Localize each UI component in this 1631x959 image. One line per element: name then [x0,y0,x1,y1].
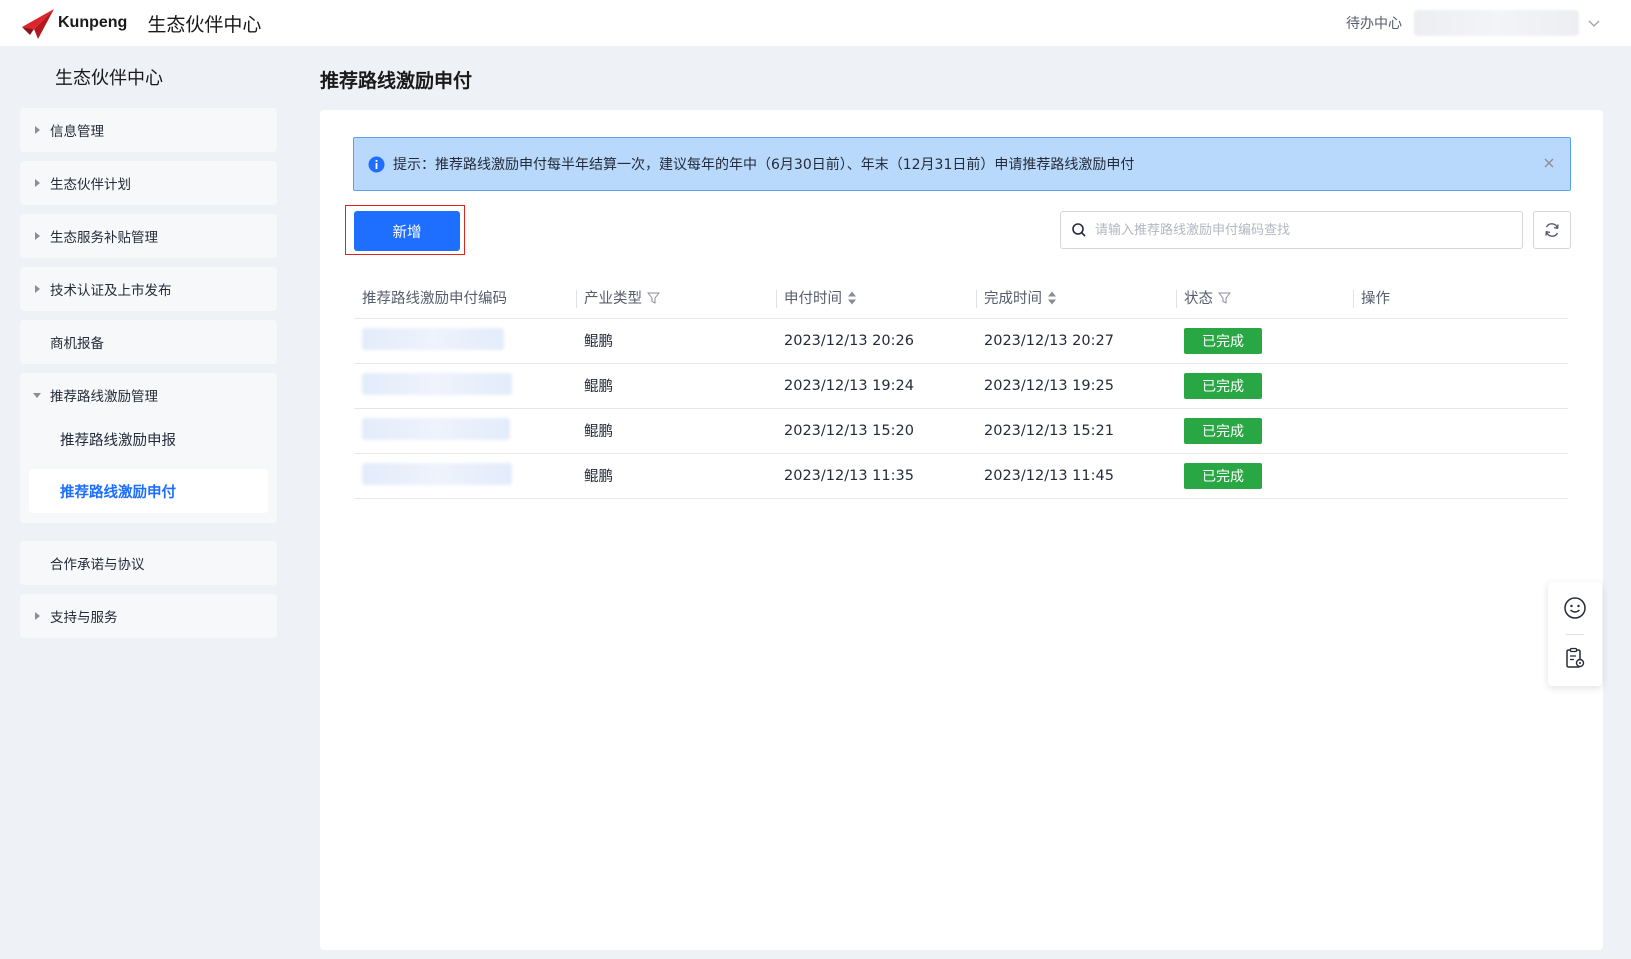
redacted-code[interactable] [362,462,512,485]
redacted-code[interactable] [362,417,510,440]
user-account-menu[interactable] [1414,10,1579,36]
status-badge: 已完成 [1184,417,1262,444]
todo-center-link[interactable]: 待办中心 [1346,13,1402,33]
caret-right-icon [35,612,40,620]
sidebar-menu: 信息管理 生态伙伴计划 生态服务补贴管理 技术认证及上市发布 商机报备 推荐路线… [20,108,277,647]
sidebar-item-label: 支持与服务 [50,610,118,626]
status-badge: 已完成 [1184,372,1262,399]
logo-text: Kunpeng [58,14,128,31]
search-input[interactable] [1095,222,1505,238]
column-header-done-time: 完成时间 [976,278,1176,319]
sidebar-item-subsidy-management[interactable]: 生态服务补贴管理 [20,214,277,258]
column-header-pay-time: 申付时间 [776,278,976,319]
sidebar-item-certification[interactable]: 技术认证及上市发布 [20,267,277,311]
caret-right-icon [35,232,40,240]
sidebar-group-route-incentive: 推荐路线激励管理 推荐路线激励申报 推荐路线激励申付 [20,373,277,523]
sidebar-subitem-incentive-payment[interactable]: 推荐路线激励申付 [29,469,268,513]
column-header-actions: 操作 [1353,278,1568,319]
sidebar-item-label: 生态服务补贴管理 [50,230,158,246]
table-row: 鲲鹏 2023/12/13 20:26 2023/12/13 20:27 已完成 [354,318,1568,364]
floating-toolbar [1548,582,1602,686]
cell-pay-time: 2023/12/13 20:26 [776,318,976,364]
refresh-icon [1545,223,1559,237]
payment-table: 推荐路线激励申付编码 产业类型 申付时间 完成时间 状态 操作 鲲鹏 2023/… [354,278,1568,499]
sidebar-item-partner-program[interactable]: 生态伙伴计划 [20,161,277,205]
cell-done-time: 2023/12/13 19:25 [976,363,1176,409]
cell-done-time: 2023/12/13 20:27 [976,318,1176,364]
add-button[interactable]: 新增 [354,211,460,251]
redacted-code[interactable] [362,372,512,395]
app-title[interactable]: 生态伙伴中心 [147,10,261,37]
cell-actions [1353,453,1568,499]
sidebar-item-label: 技术认证及上市发布 [50,283,172,299]
cell-pay-time: 2023/12/13 11:35 [776,453,976,499]
cell-actions [1353,318,1568,364]
caret-right-icon [35,126,40,134]
cell-pay-time: 2023/12/13 19:24 [776,363,976,409]
cell-industry: 鲲鹏 [576,363,776,409]
cell-done-time: 2023/12/13 11:45 [976,453,1176,499]
refresh-button[interactable] [1533,211,1571,249]
cell-industry: 鲲鹏 [576,408,776,454]
cell-done-time: 2023/12/13 15:21 [976,408,1176,454]
sidebar-item-info-management[interactable]: 信息管理 [20,108,277,152]
table-row: 鲲鹏 2023/12/13 15:20 2023/12/13 15:21 已完成 [354,408,1568,454]
clipboard-settings-icon[interactable] [1563,646,1587,670]
column-header-code: 推荐路线激励申付编码 [354,278,576,319]
sort-icon[interactable] [847,290,857,306]
notice-banner: 提示：推荐路线激励申付每半年结算一次，建议每年的年中（6月30日前）、年末（12… [353,137,1571,191]
search-icon [1072,223,1086,237]
sidebar-item-opportunity-report[interactable]: 商机报备 [20,320,277,364]
smiley-feedback-icon[interactable] [1563,596,1587,620]
sort-icon[interactable] [1047,290,1057,306]
info-icon [368,156,385,172]
kunpeng-logo[interactable]: Kunpeng [20,5,127,41]
sidebar-item-label: 推荐路线激励管理 [50,389,158,405]
sidebar-item-support-service[interactable]: 支持与服务 [20,594,277,638]
cell-industry: 鲲鹏 [576,453,776,499]
chevron-down-icon[interactable] [1587,16,1601,30]
search-box [1060,211,1523,249]
cell-actions [1353,408,1568,454]
page-title: 推荐路线激励申付 [320,70,473,92]
top-bar: Kunpeng 生态伙伴中心 待办中心 [0,0,1631,46]
sidebar-item-label: 商机报备 [50,336,104,352]
table-header-row: 推荐路线激励申付编码 产业类型 申付时间 完成时间 状态 操作 [354,278,1568,319]
sidebar-item-label: 生态伙伴计划 [50,177,131,193]
filter-icon[interactable] [1218,291,1231,305]
caret-right-icon [35,179,40,187]
table-row: 鲲鹏 2023/12/13 19:24 2023/12/13 19:25 已完成 [354,363,1568,409]
close-icon[interactable] [1542,156,1556,170]
column-header-industry: 产业类型 [576,278,776,319]
notice-text: 提示：推荐路线激励申付每半年结算一次，建议每年的年中（6月30日前）、年末（12… [393,157,1135,173]
redacted-code[interactable] [362,327,504,350]
sidebar-item-cooperation-agreement[interactable]: 合作承诺与协议 [20,541,277,585]
content-card: 提示：推荐路线激励申付每半年结算一次，建议每年的年中（6月30日前）、年末（12… [320,110,1603,950]
sidebar-item-label: 信息管理 [50,124,104,140]
caret-right-icon [35,285,40,293]
column-header-status: 状态 [1176,278,1353,319]
status-badge: 已完成 [1184,462,1262,489]
cell-industry: 鲲鹏 [576,318,776,364]
divider [1566,634,1584,635]
sidebar-subitem-incentive-declare[interactable]: 推荐路线激励申报 [20,417,277,461]
sidebar: 生态伙伴中心 信息管理 生态伙伴计划 生态服务补贴管理 技术认证及上市发布 商机… [0,46,290,959]
kunpeng-logo-icon [22,9,54,39]
caret-down-icon [33,393,41,398]
status-badge: 已完成 [1184,327,1262,354]
sidebar-item-route-incentive-management[interactable]: 推荐路线激励管理 [20,373,277,417]
table-row: 鲲鹏 2023/12/13 11:35 2023/12/13 11:45 已完成 [354,453,1568,499]
sidebar-item-label: 合作承诺与协议 [50,557,145,573]
cell-actions [1353,363,1568,409]
filter-icon[interactable] [647,291,660,305]
cell-pay-time: 2023/12/13 15:20 [776,408,976,454]
sidebar-title: 生态伙伴中心 [55,68,163,89]
